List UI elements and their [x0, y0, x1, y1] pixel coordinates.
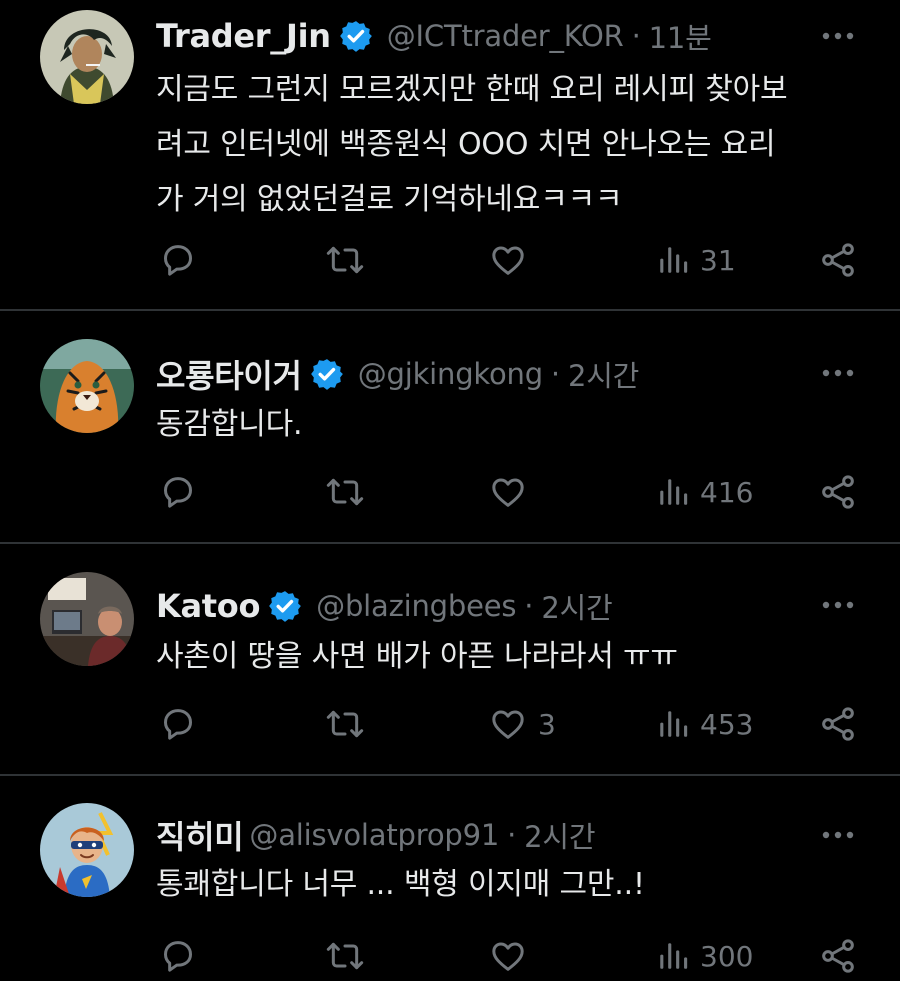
more-options-button[interactable]	[820, 825, 856, 845]
tweet-text-line: 사촌이 땅을 사면 배가 아픈 나라라서 ㅠㅠ	[156, 639, 678, 674]
more-icon	[822, 601, 854, 609]
reply-tweet[interactable]: 오룡타이거 @gjkingkong · 2시간 동감합니다. 416	[0, 311, 900, 544]
avatar[interactable]	[40, 10, 134, 104]
more-icon	[822, 369, 854, 377]
avatar[interactable]	[40, 572, 134, 666]
reply-icon	[164, 477, 192, 508]
retweet-button[interactable]	[324, 702, 366, 746]
share-icon	[822, 939, 854, 973]
views-button[interactable]: 453	[656, 702, 753, 746]
tweet-text-line: 동감합니다.	[156, 407, 303, 442]
reply-button[interactable]	[158, 934, 198, 978]
reply-tweet[interactable]: Katoo @blazingbees · 2시간 사촌이 땅을 사면 배가 아픈…	[0, 544, 900, 776]
retweet-button[interactable]	[324, 238, 366, 282]
separator-dot: ·	[524, 589, 534, 623]
view-count: 453	[700, 707, 754, 741]
share-button[interactable]	[818, 934, 858, 978]
user-handle[interactable]: @ICTtrader_KOR	[387, 19, 624, 53]
verified-badge-icon	[339, 19, 373, 53]
reply-tweet[interactable]: Trader_Jin @ICTtrader_KOR · 11분 지금도 그런지 …	[0, 0, 900, 311]
display-name[interactable]: Katoo	[156, 587, 260, 625]
timestamp[interactable]: 2시간	[541, 585, 612, 627]
view-count: 300	[700, 939, 754, 973]
tweet-text: 동감합니다.	[156, 397, 860, 452]
views-icon	[660, 943, 688, 969]
timestamp[interactable]: 11분	[649, 15, 712, 57]
tweet-header: Katoo @blazingbees · 2시간	[156, 581, 820, 631]
retweet-icon	[326, 710, 364, 738]
more-icon	[822, 831, 854, 839]
view-count: 416	[700, 475, 754, 509]
timestamp[interactable]: 2시간	[568, 353, 639, 395]
avatar-illustration-icon	[40, 803, 134, 897]
more-options-button[interactable]	[820, 363, 856, 383]
like-button[interactable]	[488, 238, 538, 282]
tweet-text-line: 지금도 그런지 모르겠지만 한때 요리 레시피 찾아보	[156, 72, 788, 107]
tweet-text-line: 려고 인터넷에 백종원식 OOO 치면 안나오는 요리	[156, 127, 776, 162]
user-handle[interactable]: @gjkingkong	[358, 357, 543, 391]
avatar-illustration-icon	[40, 339, 134, 433]
more-icon	[822, 32, 854, 40]
views-button[interactable]: 31	[656, 238, 736, 282]
heart-icon	[492, 942, 524, 971]
views-icon	[660, 711, 688, 737]
avatar-photo-icon	[40, 572, 134, 666]
retweet-icon	[326, 478, 364, 506]
separator-dot: ·	[631, 19, 641, 53]
share-icon	[822, 243, 854, 277]
avatar[interactable]	[40, 339, 134, 433]
share-icon	[822, 475, 854, 509]
reply-button[interactable]	[158, 702, 198, 746]
retweet-button[interactable]	[324, 470, 366, 514]
tweet-header: 직히미 @alisvolatprop91 · 2시간	[156, 810, 820, 860]
retweet-button[interactable]	[324, 934, 366, 978]
heart-icon	[492, 710, 524, 739]
reply-button[interactable]	[158, 470, 198, 514]
share-button[interactable]	[818, 238, 858, 282]
avatar-illustration-icon	[40, 10, 134, 104]
separator-dot: ·	[507, 818, 517, 852]
more-options-button[interactable]	[820, 26, 856, 46]
like-button[interactable]	[488, 470, 538, 514]
timestamp[interactable]: 2시간	[524, 814, 595, 856]
share-button[interactable]	[818, 470, 858, 514]
verified-badge-icon	[310, 357, 344, 391]
retweet-icon	[326, 246, 364, 274]
reply-icon	[164, 941, 192, 972]
verified-badge-icon	[268, 589, 302, 623]
user-handle[interactable]: @alisvolatprop91	[249, 818, 499, 852]
heart-icon	[492, 246, 524, 275]
like-count: 3	[538, 707, 556, 741]
display-name[interactable]: Trader_Jin	[156, 17, 331, 55]
views-button[interactable]: 416	[656, 470, 753, 514]
tweet-text: 통쾌합니다 너무 ... 백형 이지매 그만..!	[156, 857, 860, 912]
tweet-text: 지금도 그런지 모르겠지만 한때 요리 레시피 찾아보 려고 인터넷에 백종원식…	[156, 62, 860, 227]
tweet-text-line: 가 거의 없었던걸로 기억하네요ㅋㅋㅋ	[156, 182, 623, 217]
like-button[interactable]: 3	[488, 702, 556, 746]
share-button[interactable]	[818, 702, 858, 746]
display-name[interactable]: 직히미	[156, 812, 244, 858]
reply-icon	[164, 709, 192, 740]
more-options-button[interactable]	[820, 595, 856, 615]
reply-button[interactable]	[158, 238, 198, 282]
views-icon	[660, 247, 688, 273]
reply-feed: Trader_Jin @ICTtrader_KOR · 11분 지금도 그런지 …	[0, 0, 900, 981]
display-name[interactable]: 오룡타이거	[156, 351, 302, 397]
tweet-header: Trader_Jin @ICTtrader_KOR · 11분	[156, 11, 820, 61]
avatar[interactable]	[40, 803, 134, 897]
views-icon	[660, 479, 688, 505]
reply-icon	[164, 245, 192, 276]
tweet-header: 오룡타이거 @gjkingkong · 2시간	[156, 349, 820, 399]
user-handle[interactable]: @blazingbees	[316, 589, 516, 623]
retweet-icon	[326, 942, 364, 970]
heart-icon	[492, 478, 524, 507]
separator-dot: ·	[550, 357, 560, 391]
tweet-text-line: 통쾌합니다 너무 ... 백형 이지매 그만..!	[156, 867, 645, 902]
view-count: 31	[700, 243, 736, 277]
views-button[interactable]: 300	[656, 934, 753, 978]
like-button[interactable]	[488, 934, 538, 978]
share-icon	[822, 707, 854, 741]
tweet-text: 사촌이 땅을 사면 배가 아픈 나라라서 ㅠㅠ	[156, 629, 860, 684]
reply-tweet[interactable]: 직히미 @alisvolatprop91 · 2시간 통쾌합니다 너무 ... …	[0, 776, 900, 981]
